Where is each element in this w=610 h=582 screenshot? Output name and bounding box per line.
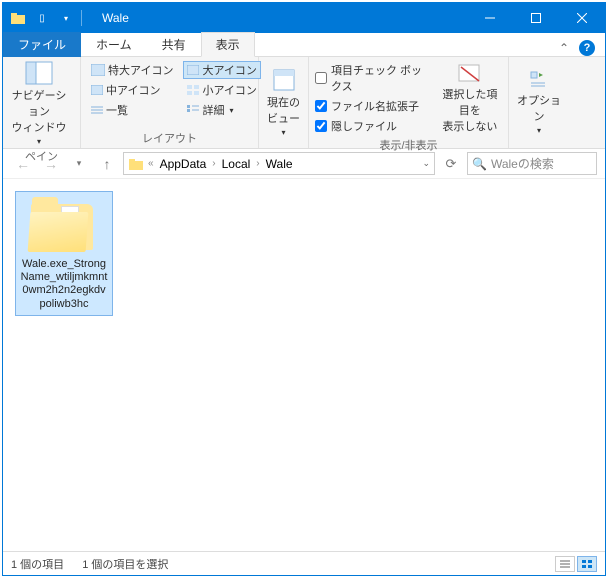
checkbox-extensions[interactable]: ファイル名拡張子 xyxy=(315,97,430,115)
current-view-icon xyxy=(272,68,296,92)
ribbon-tabs: ファイル ホーム 共有 表示 ⌃ ? xyxy=(3,33,605,57)
ribbon-collapse-icon[interactable]: ⌃ xyxy=(559,41,569,55)
window-title: Wale xyxy=(102,11,467,25)
qat-divider-icon: ▯ xyxy=(33,9,51,27)
minimize-button[interactable] xyxy=(467,3,513,33)
nav-up-button[interactable]: ↑ xyxy=(95,152,119,176)
folder-icon xyxy=(128,157,144,171)
breadcrumb-item[interactable]: AppData xyxy=(158,157,209,171)
options-button[interactable]: オプション ▾ xyxy=(515,61,563,144)
status-item-count: 1 個の項目 xyxy=(11,556,64,572)
layout-small[interactable]: 小アイコン xyxy=(183,81,260,99)
current-view-button[interactable]: 現在の ビュー ▾ xyxy=(265,61,302,144)
search-box[interactable]: 🔍 Waleの検索 xyxy=(467,152,597,175)
view-details-toggle[interactable] xyxy=(555,556,575,572)
nav-history-dropdown[interactable]: ▾ xyxy=(67,152,91,176)
navigation-pane-icon xyxy=(25,61,53,85)
search-icon: 🔍 xyxy=(472,157,487,171)
address-bar: ← → ▾ ↑ « AppData › Local › Wale ⌄ ⟳ 🔍 W… xyxy=(3,149,605,179)
breadcrumb-item[interactable]: Wale xyxy=(264,157,295,171)
checkbox-hidden-files[interactable]: 隠しファイル xyxy=(315,117,430,135)
checkbox-item-checkboxes[interactable]: 項目チェック ボックス xyxy=(315,61,430,95)
tab-view[interactable]: 表示 xyxy=(201,32,255,57)
chevron-right-icon[interactable]: « xyxy=(146,158,156,169)
titlebar: ▯ ▾ Wale xyxy=(3,3,605,33)
search-placeholder: Waleの検索 xyxy=(491,155,554,172)
view-icons-toggle[interactable] xyxy=(577,556,597,572)
statusbar: 1 個の項目 1 個の項目を選択 xyxy=(3,551,605,575)
layout-large[interactable]: 大アイコン xyxy=(183,61,260,79)
breadcrumb[interactable]: « AppData › Local › Wale ⌄ xyxy=(123,152,435,175)
tab-file[interactable]: ファイル xyxy=(3,32,81,57)
group-label-layout: レイアウト xyxy=(87,128,252,146)
refresh-button[interactable]: ⟳ xyxy=(439,152,463,176)
layout-medium[interactable]: 中アイコン xyxy=(87,81,177,99)
maximize-button[interactable] xyxy=(513,3,559,33)
folder-item[interactable]: Wale.exe_StrongName_wtiljmkmnt0wm2h2n2eg… xyxy=(15,191,113,316)
help-icon[interactable]: ? xyxy=(579,40,595,56)
hide-selected-button[interactable]: 選択した項目を 表示しない xyxy=(438,61,502,135)
status-selected-count: 1 個の項目を選択 xyxy=(82,556,168,572)
folder-icon xyxy=(9,9,27,27)
options-icon xyxy=(527,70,551,90)
breadcrumb-dropdown-icon[interactable]: ⌄ xyxy=(422,158,430,169)
chevron-right-icon[interactable]: › xyxy=(254,158,261,169)
layout-details[interactable]: 詳細▾ xyxy=(183,101,260,119)
nav-back-button[interactable]: ← xyxy=(11,152,35,176)
close-button[interactable] xyxy=(559,3,605,33)
qat-dropdown-icon[interactable]: ▾ xyxy=(57,9,75,27)
tab-share[interactable]: 共有 xyxy=(147,32,201,57)
tab-home[interactable]: ホーム xyxy=(81,32,147,57)
folder-large-icon xyxy=(29,196,99,254)
hide-selected-icon xyxy=(457,62,483,84)
navigation-pane-button[interactable]: ナビゲーション ウィンドウ ▾ xyxy=(9,61,69,146)
content-area[interactable]: Wale.exe_StrongName_wtiljmkmnt0wm2h2n2eg… xyxy=(3,179,605,551)
ribbon: ナビゲーション ウィンドウ ▾ ペイン 特大アイコン 大アイコン 中アイコン 小… xyxy=(3,57,605,149)
layout-list[interactable]: 一覧 xyxy=(87,101,177,119)
chevron-right-icon[interactable]: › xyxy=(210,158,217,169)
nav-forward-button[interactable]: → xyxy=(39,152,63,176)
layout-extra-large[interactable]: 特大アイコン xyxy=(87,61,177,79)
breadcrumb-item[interactable]: Local xyxy=(220,157,253,171)
item-label: Wale.exe_StrongName_wtiljmkmnt0wm2h2n2eg… xyxy=(20,258,108,311)
